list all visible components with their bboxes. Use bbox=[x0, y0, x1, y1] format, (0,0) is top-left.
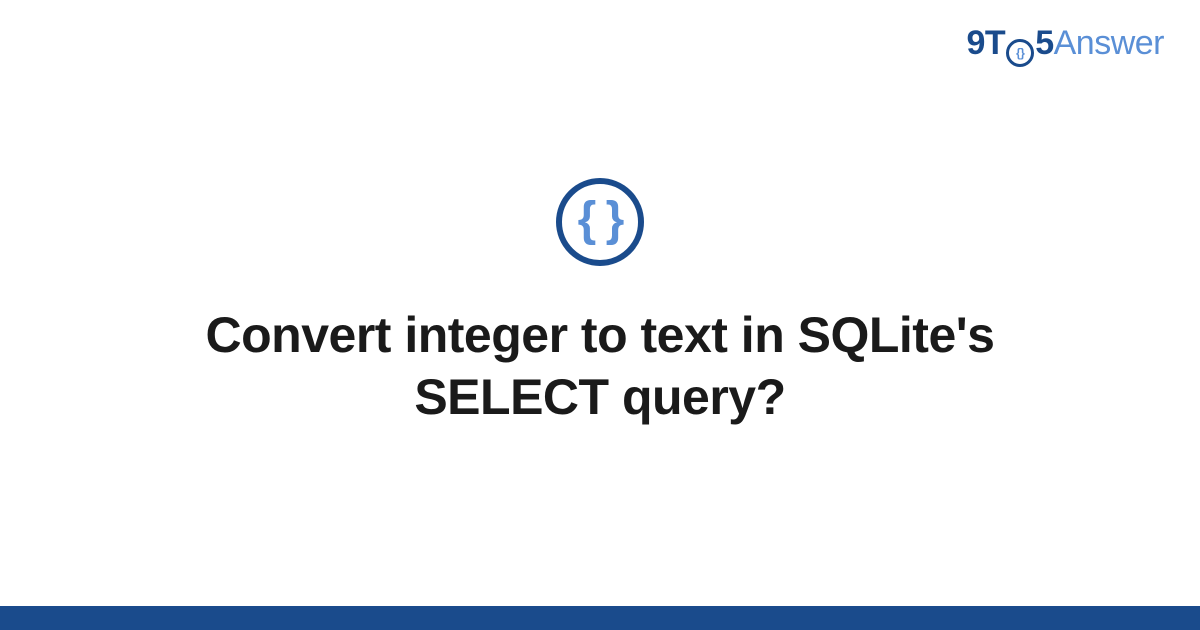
question-title: Convert integer to text in SQLite's SELE… bbox=[100, 304, 1100, 429]
footer-bar bbox=[0, 606, 1200, 630]
badge-glyph: { } bbox=[578, 196, 623, 244]
main-content: { } Convert integer to text in SQLite's … bbox=[0, 0, 1200, 606]
code-braces-icon: { } bbox=[556, 178, 644, 266]
